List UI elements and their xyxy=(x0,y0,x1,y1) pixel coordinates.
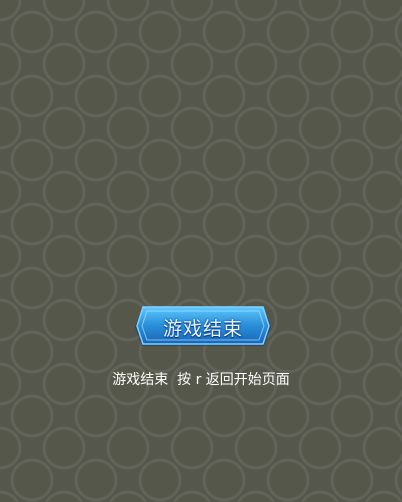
background-pattern xyxy=(0,0,402,502)
return-hint-text: 游戏结束 按 r 返回开始页面 xyxy=(112,372,290,388)
game-over-banner: 游戏结束 xyxy=(134,304,272,350)
banner-title: 游戏结束 xyxy=(162,317,243,340)
